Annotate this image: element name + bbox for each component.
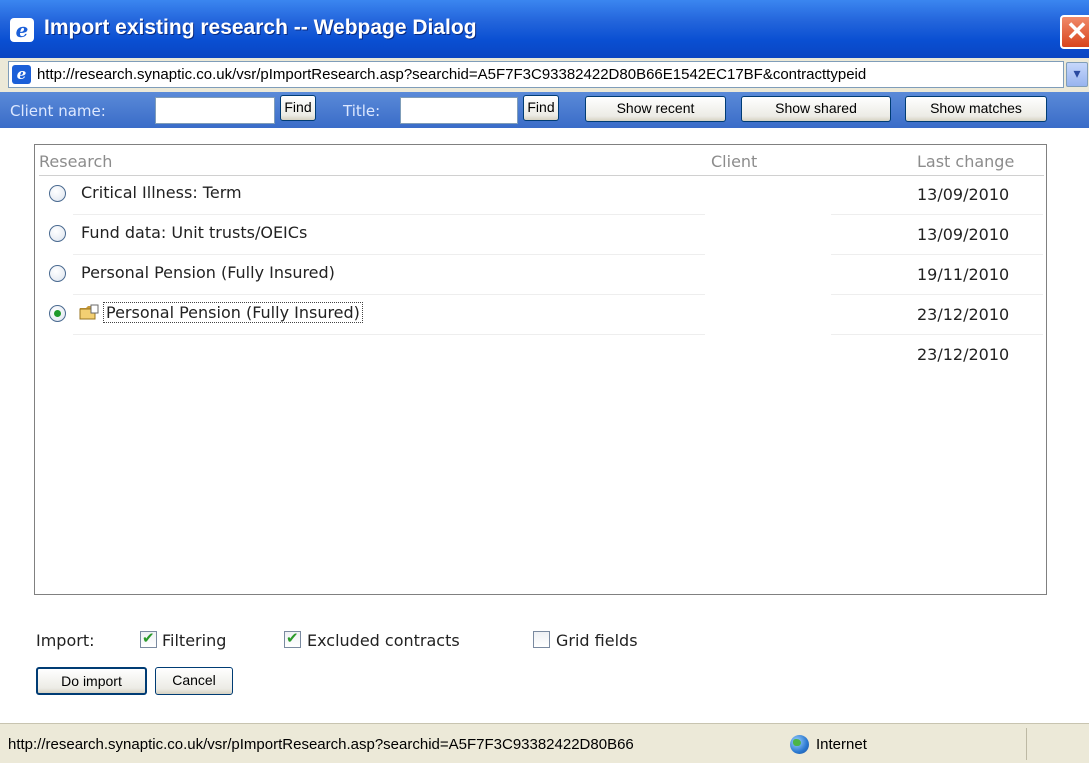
- do-import-button[interactable]: Do import: [36, 667, 147, 695]
- client-name-input[interactable]: [155, 97, 275, 124]
- show-matches-button[interactable]: Show matches: [905, 96, 1047, 122]
- row-title: Personal Pension (Fully Insured): [103, 302, 363, 323]
- table-row[interactable]: Fund data: Unit trusts/OEICs 13/09/2010: [35, 215, 1046, 255]
- row-radio[interactable]: [49, 185, 66, 202]
- search-toolbar: Client name: Find Title: Find Show recen…: [0, 92, 1089, 128]
- dialog-content: Research Client Last change Critical Ill…: [0, 128, 1089, 723]
- research-list[interactable]: Research Client Last change Critical Ill…: [34, 144, 1047, 595]
- row-radio[interactable]: [49, 265, 66, 282]
- close-button[interactable]: ✕: [1060, 15, 1089, 49]
- row-date: 23/12/2010: [917, 305, 1010, 324]
- row-date: 23/12/2010: [917, 345, 1010, 364]
- row-date: 19/11/2010: [917, 265, 1010, 284]
- filtering-label: Filtering: [162, 631, 227, 650]
- dialog-title-bar[interactable]: e Import existing research -- Webpage Di…: [0, 0, 1089, 58]
- table-row[interactable]: Critical Illness: Term 13/09/2010: [35, 175, 1046, 215]
- title-label: Title:: [343, 102, 381, 120]
- title-input[interactable]: [400, 97, 518, 124]
- globe-icon: [790, 735, 809, 754]
- row-title: Personal Pension (Fully Insured): [81, 263, 335, 282]
- address-url: http://research.synaptic.co.uk/vsr/pImpo…: [37, 66, 867, 83]
- security-zone: Internet: [816, 736, 867, 753]
- filtering-checkbox[interactable]: [140, 629, 157, 648]
- grid-fields-label: Grid fields: [556, 631, 638, 650]
- dialog-title: Import existing research -- Webpage Dial…: [44, 16, 477, 39]
- row-title: Critical Illness: Term: [81, 183, 242, 202]
- grid-fields-checkbox[interactable]: [533, 631, 550, 648]
- row-title: Fund data: Unit trusts/OEICs: [81, 223, 308, 242]
- column-header-last-change: Last change: [917, 152, 1015, 171]
- column-header-research: Research: [39, 152, 113, 171]
- find-client-button[interactable]: Find: [280, 95, 316, 121]
- page-icon: e: [12, 65, 31, 84]
- ie-icon: e: [10, 18, 34, 42]
- address-field[interactable]: e http://research.synaptic.co.uk/vsr/pIm…: [8, 61, 1064, 88]
- row-radio[interactable]: [49, 225, 66, 242]
- row-date: 13/09/2010: [917, 225, 1010, 244]
- table-row[interactable]: Personal Pension (Fully Insured) 19/11/2…: [35, 255, 1046, 295]
- show-recent-button[interactable]: Show recent: [585, 96, 726, 122]
- table-row[interactable]: 23/12/2010: [35, 335, 1046, 375]
- status-url: http://research.synaptic.co.uk/vsr/pImpo…: [8, 736, 634, 753]
- row-date: 13/09/2010: [917, 185, 1010, 204]
- status-bar: http://research.synaptic.co.uk/vsr/pImpo…: [0, 723, 1089, 763]
- row-radio-selected[interactable]: [49, 305, 66, 322]
- table-row-selected[interactable]: Personal Pension (Fully Insured) 23/12/2…: [35, 295, 1046, 335]
- find-title-button[interactable]: Find: [523, 95, 559, 121]
- address-bar: e http://research.synaptic.co.uk/vsr/pIm…: [0, 58, 1089, 92]
- column-header-client: Client: [711, 152, 758, 171]
- cancel-button[interactable]: Cancel: [155, 667, 233, 695]
- client-name-label: Client name:: [10, 102, 106, 120]
- show-shared-button[interactable]: Show shared: [741, 96, 891, 122]
- excluded-contracts-checkbox[interactable]: [284, 629, 301, 648]
- folder-icon: [79, 304, 99, 320]
- address-dropdown-button[interactable]: ▾: [1066, 62, 1088, 87]
- import-label: Import:: [36, 631, 95, 650]
- excluded-contracts-label: Excluded contracts: [307, 631, 460, 650]
